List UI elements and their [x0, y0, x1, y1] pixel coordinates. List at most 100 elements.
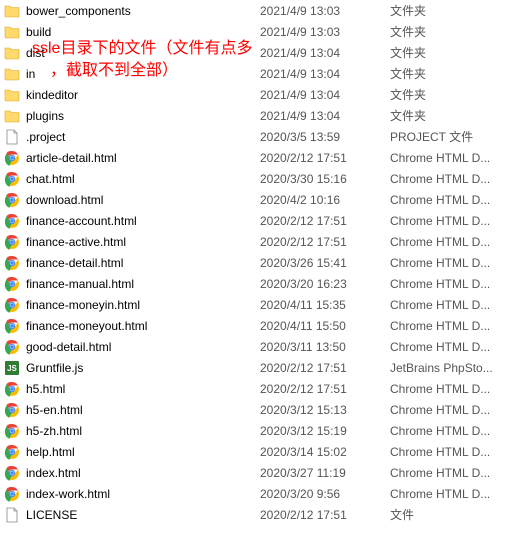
file-type: PROJECT 文件: [390, 128, 526, 145]
chrome-icon: [4, 444, 20, 460]
file-row[interactable]: dist2021/4/9 13:04文件夹: [0, 42, 526, 63]
chrome-icon: [4, 339, 20, 355]
file-row[interactable]: bower_components2021/4/9 13:03文件夹: [0, 0, 526, 21]
file-name-cell: finance-manual.html: [4, 276, 260, 292]
svg-text:JS: JS: [7, 364, 17, 373]
file-name: h5-zh.html: [26, 424, 82, 438]
file-type: 文件夹: [390, 2, 526, 19]
file-type: Chrome HTML D...: [390, 445, 526, 459]
file-row[interactable]: h5-zh.html2020/3/12 15:19Chrome HTML D..…: [0, 420, 526, 441]
file-name-cell: finance-active.html: [4, 234, 260, 250]
file-name-cell: plugins: [4, 108, 260, 124]
file-type: JetBrains PhpSto...: [390, 361, 526, 375]
file-name: .project: [26, 130, 65, 144]
file-name-cell: .project: [4, 129, 260, 145]
folder-icon: [4, 45, 20, 61]
folder-icon: [4, 3, 20, 19]
file-row[interactable]: plugins 2021/4/9 13:04文件夹: [0, 105, 526, 126]
file-date: 2020/4/2 10:16: [260, 193, 390, 207]
file-type: Chrome HTML D...: [390, 172, 526, 186]
file-row[interactable]: index-work.html2020/3/20 9:56Chrome HTML…: [0, 483, 526, 504]
file-name-cell: bower_components: [4, 3, 260, 19]
file-row[interactable]: finance-account.html2020/2/12 17:51Chrom…: [0, 210, 526, 231]
file-type: Chrome HTML D...: [390, 319, 526, 333]
folder-icon: [4, 87, 20, 103]
file-date: 2021/4/9 13:03: [260, 25, 390, 39]
file-name-cell: finance-moneyout.html: [4, 318, 260, 334]
file-date: 2020/2/12 17:51: [260, 508, 390, 522]
file-name: h5.html: [26, 382, 65, 396]
file-date: 2020/3/26 15:41: [260, 256, 390, 270]
file-name: finance-active.html: [26, 235, 126, 249]
file-row[interactable]: h5.html2020/2/12 17:51Chrome HTML D...: [0, 378, 526, 399]
file-date: 2020/3/27 11:19: [260, 466, 390, 480]
file-name: article-detail.html: [26, 151, 117, 165]
file-row[interactable]: finance-detail.html 2020/3/26 15:41Chrome…: [0, 252, 526, 273]
chrome-icon: [4, 276, 20, 292]
file-name-cell: kindeditor: [4, 87, 260, 103]
file-type: Chrome HTML D...: [390, 403, 526, 417]
file-type: Chrome HTML D...: [390, 277, 526, 291]
file-date: 2020/4/11 15:35: [260, 298, 390, 312]
file-row[interactable]: finance-active.html 2020/2/12 17:51Chrome…: [0, 231, 526, 252]
file-row[interactable]: finance-manual.html2020/3/20 16:23Chrome…: [0, 273, 526, 294]
file-row[interactable]: .project 2020/3/5 13:59PROJECT 文件: [0, 126, 526, 147]
file-date: 2020/3/30 15:16: [260, 172, 390, 186]
file-row[interactable]: LICENSE2020/2/12 17:51文件: [0, 504, 526, 525]
file-date: 2020/3/11 13:50: [260, 340, 390, 354]
file-name: finance-moneyin.html: [26, 298, 140, 312]
file-name-cell: article-detail.html: [4, 150, 260, 166]
file-name: download.html: [26, 193, 103, 207]
file-row[interactable]: download.html 2020/4/2 10:16Chrome HTML D…: [0, 189, 526, 210]
file-date: 2021/4/9 13:03: [260, 4, 390, 18]
file-date: 2020/2/12 17:51: [260, 214, 390, 228]
file-name: finance-detail.html: [26, 256, 123, 270]
file-type: Chrome HTML D...: [390, 151, 526, 165]
file-row[interactable]: finance-moneyout.html2020/4/11 15:50Chro…: [0, 315, 526, 336]
file-type: Chrome HTML D...: [390, 466, 526, 480]
chrome-icon: [4, 423, 20, 439]
file-name-cell: LICENSE: [4, 507, 260, 523]
file-row[interactable]: good-detail.html2020/3/11 13:50Chrome HT…: [0, 336, 526, 357]
file-date: 2020/2/12 17:51: [260, 235, 390, 249]
file-type: Chrome HTML D...: [390, 235, 526, 249]
file-name: chat.html: [26, 172, 75, 186]
file-row[interactable]: help.html2020/3/14 15:02Chrome HTML D...: [0, 441, 526, 462]
file-date: 2020/3/5 13:59: [260, 130, 390, 144]
file-name: plugins: [26, 109, 64, 123]
file-row[interactable]: h5-en.html 2020/3/12 15:13Chrome HTML D..…: [0, 399, 526, 420]
file-name: dist: [26, 46, 45, 60]
file-row[interactable]: finance-moneyin.html2020/4/11 15:35Chrom…: [0, 294, 526, 315]
chrome-icon: [4, 486, 20, 502]
file-row[interactable]: build2021/4/9 13:03文件夹: [0, 21, 526, 42]
file-date: 2020/3/12 15:13: [260, 403, 390, 417]
file-name: finance-moneyout.html: [26, 319, 147, 333]
file-row[interactable]: chat.html 2020/3/30 15:16Chrome HTML D...: [0, 168, 526, 189]
file-name-cell: finance-detail.html: [4, 255, 260, 271]
file-list: bower_components2021/4/9 13:03文件夹build20…: [0, 0, 526, 525]
file-name-cell: index.html: [4, 465, 260, 481]
file-name: good-detail.html: [26, 340, 111, 354]
file-name-cell: in: [4, 66, 260, 82]
file-row[interactable]: index.html2020/3/27 11:19Chrome HTML D..…: [0, 462, 526, 483]
file-row[interactable]: article-detail.html2020/2/12 17:51Chrome…: [0, 147, 526, 168]
folder-icon: [4, 108, 20, 124]
file-name: h5-en.html: [26, 403, 83, 417]
file-type: 文件夹: [390, 86, 526, 103]
file-type: Chrome HTML D...: [390, 193, 526, 207]
chrome-icon: [4, 318, 20, 334]
file-name: index-work.html: [26, 487, 110, 501]
file-type: Chrome HTML D...: [390, 382, 526, 396]
file-name-cell: h5-zh.html: [4, 423, 260, 439]
file-date: 2021/4/9 13:04: [260, 67, 390, 81]
file-date: 2021/4/9 13:04: [260, 109, 390, 123]
file-name-cell: dist: [4, 45, 260, 61]
file-name-cell: good-detail.html: [4, 339, 260, 355]
file-type: Chrome HTML D...: [390, 424, 526, 438]
file-row[interactable]: kindeditor2021/4/9 13:04文件夹: [0, 84, 526, 105]
file-row[interactable]: in2021/4/9 13:04文件夹: [0, 63, 526, 84]
chrome-icon: [4, 465, 20, 481]
file-type: 文件夹: [390, 107, 526, 124]
file-type: Chrome HTML D...: [390, 256, 526, 270]
file-row[interactable]: JSGruntfile.js2020/2/12 17:51JetBrains P…: [0, 357, 526, 378]
